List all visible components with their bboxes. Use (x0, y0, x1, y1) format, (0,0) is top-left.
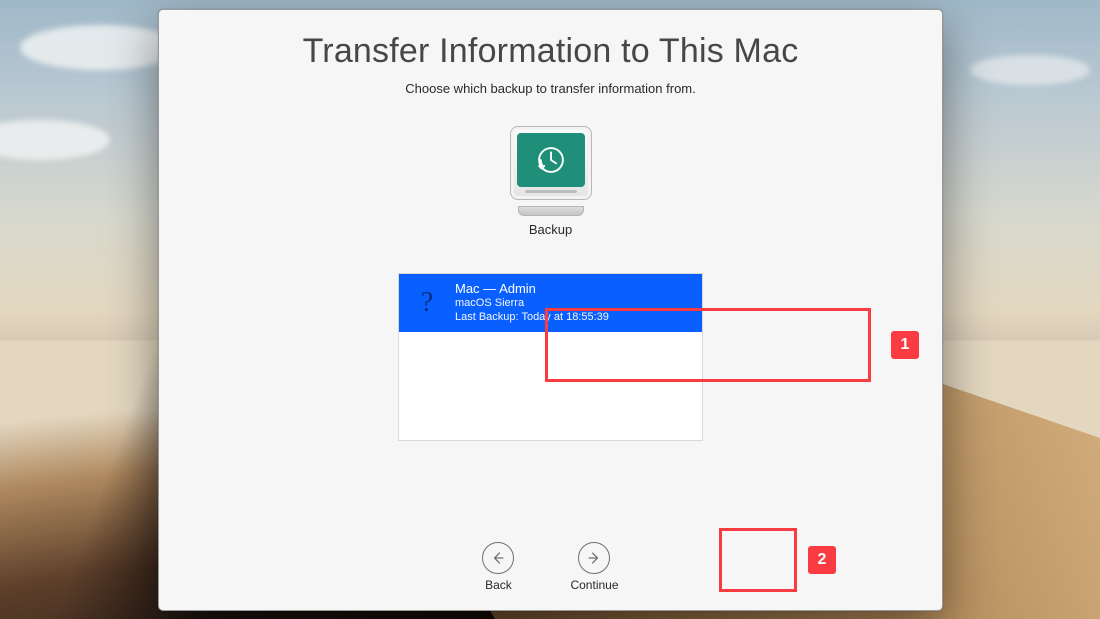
arrow-left-icon (482, 542, 514, 574)
backup-list[interactable]: ? Mac — Admin macOS Sierra Last Backup: … (398, 273, 703, 441)
time-machine-icon (534, 143, 568, 177)
continue-label: Continue (570, 578, 618, 592)
backup-list-item[interactable]: ? Mac — Admin macOS Sierra Last Backup: … (399, 274, 702, 332)
backup-item-last: Last Backup: Today at 18:55:39 (455, 311, 609, 325)
back-button[interactable]: Back (482, 542, 514, 592)
unknown-machine-icon: ? (409, 285, 445, 321)
continue-button[interactable]: Continue (570, 542, 618, 592)
backup-item-title: Mac — Admin (455, 281, 609, 297)
migration-assistant-window: Transfer Information to This Mac Choose … (158, 9, 943, 611)
backup-disk-label: Backup (529, 222, 572, 237)
backup-item-text: Mac — Admin macOS Sierra Last Backup: To… (455, 281, 609, 325)
arrow-right-icon (578, 542, 610, 574)
backup-disk-icon (510, 126, 592, 216)
page-subtitle: Choose which backup to transfer informat… (405, 81, 695, 96)
wizard-nav: Back Continue (159, 542, 942, 592)
back-label: Back (485, 578, 512, 592)
page-title: Transfer Information to This Mac (303, 32, 799, 71)
backup-item-os: macOS Sierra (455, 297, 609, 311)
